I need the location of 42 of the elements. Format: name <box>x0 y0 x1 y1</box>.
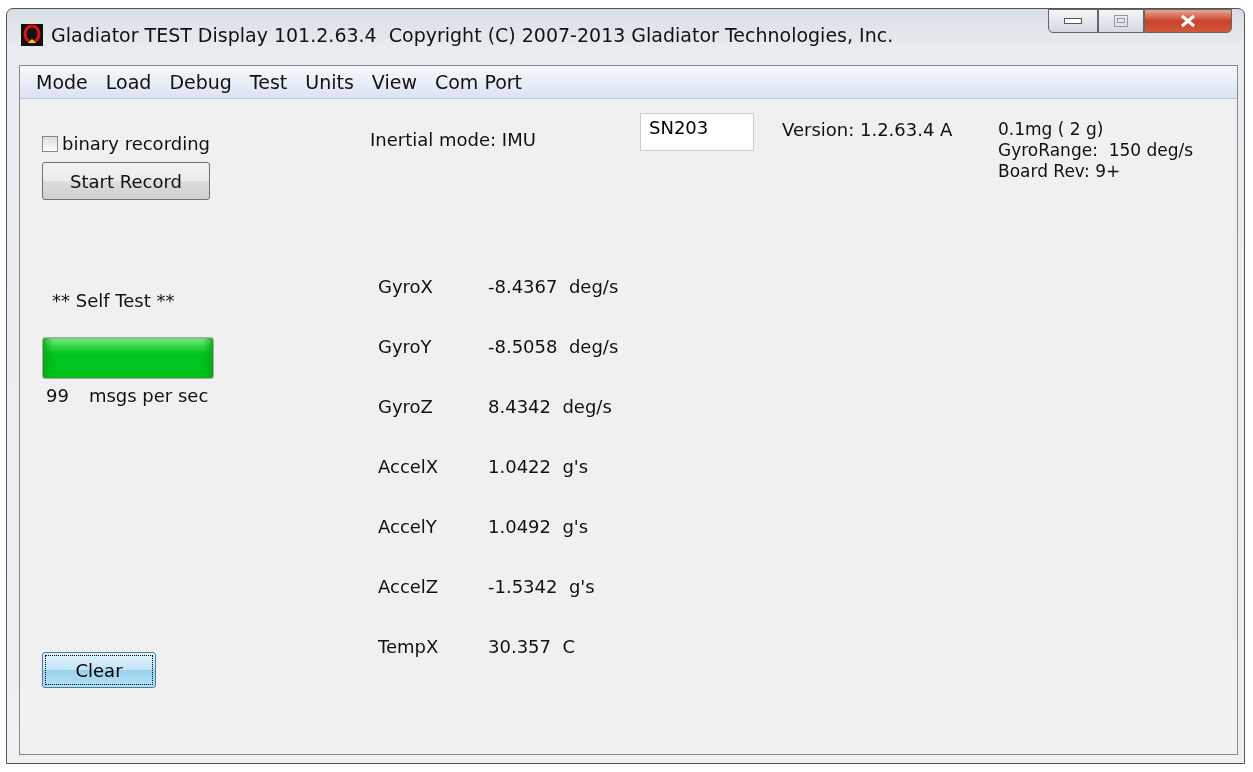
menu-item[interactable]: Debug <box>161 71 240 93</box>
checkbox-label: binary recording <box>62 133 210 154</box>
version-label: Version: 1.2.63.4 A <box>782 119 954 140</box>
menu-item[interactable]: Units <box>297 71 362 93</box>
reading-value: -8.4367 deg/s <box>488 276 620 297</box>
close-button[interactable] <box>1144 9 1232 33</box>
reading-name: AccelY <box>378 516 438 537</box>
serial-field[interactable]: SN203 <box>640 113 754 151</box>
minimize-icon <box>1064 18 1082 24</box>
reading-name: AccelX <box>378 456 440 477</box>
reading-value: 1.0492 g's <box>488 516 590 537</box>
reading-value: 8.4342 deg/s <box>488 396 613 417</box>
reading-name: GyroY <box>378 336 433 357</box>
menu-item[interactable]: Load <box>97 71 160 93</box>
info-line: Board Rev: 9+ <box>998 161 1122 182</box>
close-icon <box>1180 14 1196 28</box>
info-line: 0.1mg ( 2 g) <box>998 119 1105 140</box>
menu-item[interactable]: Mode <box>28 71 96 93</box>
reading-name: GyroX <box>378 276 434 297</box>
rate-value: 99 <box>46 385 69 406</box>
minimize-button[interactable] <box>1048 9 1098 33</box>
reading-value: -8.5058 deg/s <box>488 336 620 357</box>
window-title: Gladiator TEST Display 101.2.63.4 Copyright (C) 2007-2013 Gladiator Technologies, Inc. <box>51 24 895 46</box>
maximize-button[interactable] <box>1098 9 1144 33</box>
start-record-button[interactable]: Start Record <box>42 162 210 200</box>
reading-value: 1.0422 g's <box>488 456 590 477</box>
reading-name: AccelZ <box>378 576 440 597</box>
reading-value: -1.5342 g's <box>488 576 596 597</box>
maximize-icon <box>1114 15 1128 27</box>
info-line: GyroRange: 150 deg/s <box>998 140 1194 161</box>
clear-button[interactable]: Clear <box>42 652 156 688</box>
menu-item[interactable]: Test <box>241 71 296 93</box>
self-test-label: ** Self Test ** <box>52 290 175 311</box>
checkbox[interactable] <box>42 135 58 152</box>
reading-value: 30.357 C <box>488 636 576 657</box>
menu-item[interactable]: View <box>363 71 425 93</box>
reading-name: TempX <box>378 636 440 657</box>
app-logo-icon <box>21 24 43 46</box>
rate-unit: msgs per sec <box>88 385 209 406</box>
menu-item[interactable]: Com Port <box>426 71 531 93</box>
reading-name: GyroZ <box>378 396 434 417</box>
inertial-mode-label: Inertial mode: IMU <box>370 129 537 150</box>
